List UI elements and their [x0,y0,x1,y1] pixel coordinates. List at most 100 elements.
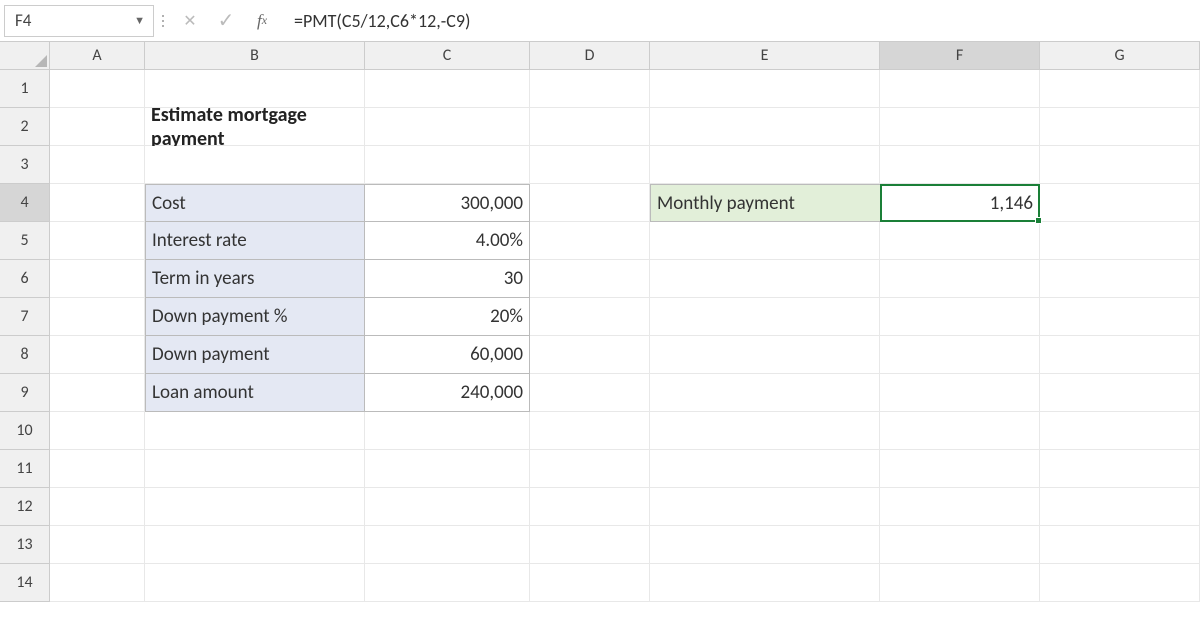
cell-C13[interactable] [365,526,530,564]
cell-E9[interactable] [650,374,880,412]
row-header-5[interactable]: 5 [0,222,50,260]
cell-F1[interactable] [880,70,1040,108]
row-header-4[interactable]: 4 [0,184,50,222]
row-header-9[interactable]: 9 [0,374,50,412]
cell-A11[interactable] [50,450,145,488]
cell-G12[interactable] [1040,488,1200,526]
cell-C1[interactable] [365,70,530,108]
cell-E3[interactable] [650,146,880,184]
cell-F13[interactable] [880,526,1040,564]
cell-A4[interactable] [50,184,145,222]
cell-C2[interactable] [365,108,530,146]
cell-D14[interactable] [530,564,650,602]
cell-B12[interactable] [145,488,365,526]
cell-E2[interactable] [650,108,880,146]
cell-F3[interactable] [880,146,1040,184]
cell-D7[interactable] [530,298,650,336]
cell-A13[interactable] [50,526,145,564]
cell-B2[interactable]: Estimate mortgage payment [145,108,365,146]
col-header-D[interactable]: D [530,42,650,70]
row-header-2[interactable]: 2 [0,108,50,146]
cell-D9[interactable] [530,374,650,412]
cell-G8[interactable] [1040,336,1200,374]
cell-F8[interactable] [880,336,1040,374]
cell-B14[interactable] [145,564,365,602]
cell-G2[interactable] [1040,108,1200,146]
cell-E6[interactable] [650,260,880,298]
cell-D12[interactable] [530,488,650,526]
cell-C10[interactable] [365,412,530,450]
cell-G11[interactable] [1040,450,1200,488]
cell-B11[interactable] [145,450,365,488]
cell-C14[interactable] [365,564,530,602]
cell-B8[interactable]: Down payment [145,336,365,374]
cell-C8[interactable]: 60,000 [365,336,530,374]
row-header-11[interactable]: 11 [0,450,50,488]
cell-D2[interactable] [530,108,650,146]
cell-B7[interactable]: Down payment % [145,298,365,336]
cell-F7[interactable] [880,298,1040,336]
col-header-G[interactable]: G [1040,42,1200,70]
cell-D1[interactable] [530,70,650,108]
cell-G1[interactable] [1040,70,1200,108]
cell-G5[interactable] [1040,222,1200,260]
cell-B5[interactable]: Interest rate [145,222,365,260]
cell-G13[interactable] [1040,526,1200,564]
row-header-10[interactable]: 10 [0,412,50,450]
cell-A3[interactable] [50,146,145,184]
cell-F10[interactable] [880,412,1040,450]
cell-G14[interactable] [1040,564,1200,602]
cell-A6[interactable] [50,260,145,298]
cell-D3[interactable] [530,146,650,184]
cell-E10[interactable] [650,412,880,450]
cell-F14[interactable] [880,564,1040,602]
cell-G10[interactable] [1040,412,1200,450]
row-header-12[interactable]: 12 [0,488,50,526]
formula-bar-drag-handle[interactable] [154,15,172,27]
row-header-6[interactable]: 6 [0,260,50,298]
cell-A2[interactable] [50,108,145,146]
cell-C7[interactable]: 20% [365,298,530,336]
cell-F2[interactable] [880,108,1040,146]
cell-A7[interactable] [50,298,145,336]
cell-D10[interactable] [530,412,650,450]
cell-D4[interactable] [530,184,650,222]
cell-C11[interactable] [365,450,530,488]
cell-B10[interactable] [145,412,365,450]
cell-A8[interactable] [50,336,145,374]
cell-E1[interactable] [650,70,880,108]
row-header-13[interactable]: 13 [0,526,50,564]
cell-A5[interactable] [50,222,145,260]
cell-G9[interactable] [1040,374,1200,412]
formula-input[interactable] [280,5,1200,37]
row-header-3[interactable]: 3 [0,146,50,184]
col-header-E[interactable]: E [650,42,880,70]
cell-E11[interactable] [650,450,880,488]
col-header-C[interactable]: C [365,42,530,70]
row-header-1[interactable]: 1 [0,70,50,108]
cell-B9[interactable]: Loan amount [145,374,365,412]
cells-area[interactable]: Estimate mortgage payment Cost [50,70,1200,630]
cell-D8[interactable] [530,336,650,374]
cell-A1[interactable] [50,70,145,108]
cell-E12[interactable] [650,488,880,526]
cell-G4[interactable] [1040,184,1200,222]
cell-G7[interactable] [1040,298,1200,336]
select-all-corner[interactable] [0,42,50,70]
cell-E4[interactable]: Monthly payment [650,184,880,222]
cell-E7[interactable] [650,298,880,336]
cell-F9[interactable] [880,374,1040,412]
cell-B4[interactable]: Cost [145,184,365,222]
cell-F6[interactable] [880,260,1040,298]
cell-B13[interactable] [145,526,365,564]
cell-A12[interactable] [50,488,145,526]
cell-D11[interactable] [530,450,650,488]
cell-C4[interactable]: 300,000 [365,184,530,222]
cell-C3[interactable] [365,146,530,184]
cell-E8[interactable] [650,336,880,374]
col-header-B[interactable]: B [145,42,365,70]
cell-D6[interactable] [530,260,650,298]
cell-F11[interactable] [880,450,1040,488]
cell-E14[interactable] [650,564,880,602]
cell-D13[interactable] [530,526,650,564]
